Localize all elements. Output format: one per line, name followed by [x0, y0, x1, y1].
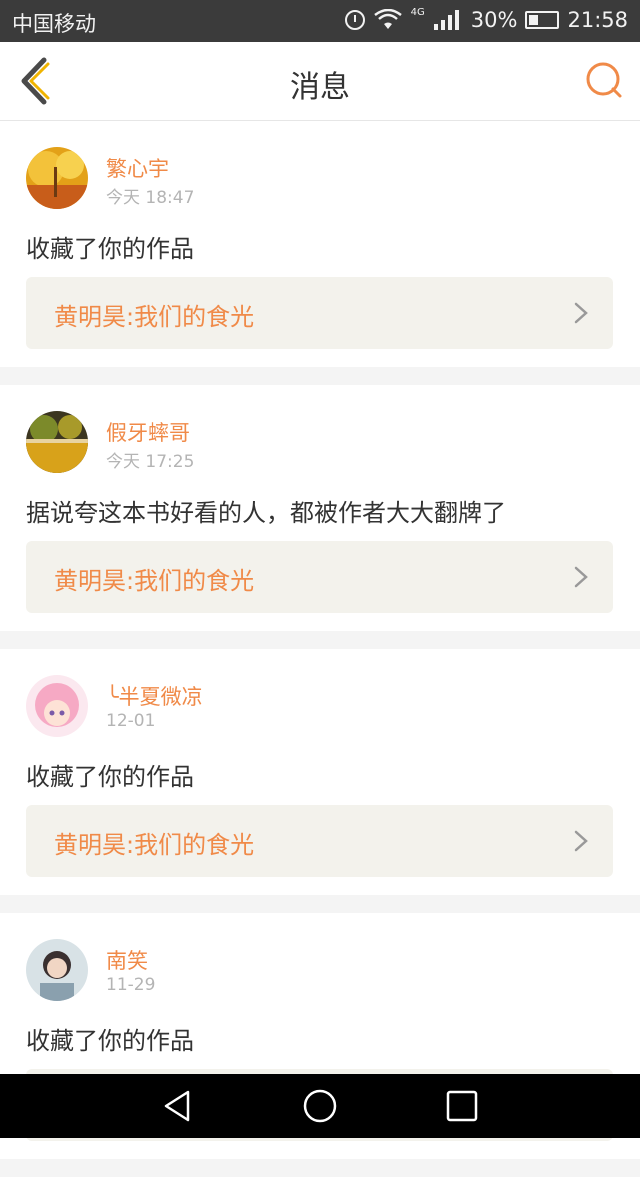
work-link[interactable]: 黄明昊:我们的食光	[26, 541, 613, 613]
message-text: 收藏了你的作品	[26, 1027, 194, 1055]
message-item: 假牙蟀哥 今天 17:25 据说夸这本书好看的人，都被作者大大翻牌了 黄明昊:我…	[0, 385, 640, 631]
chevron-right-icon	[574, 566, 588, 588]
chevron-right-icon	[574, 302, 588, 324]
clock: 21:58	[567, 8, 628, 32]
message-item: 繁心宇 今天 18:47 收藏了你的作品 黄明昊:我们的食光	[0, 121, 640, 367]
chevron-right-icon	[574, 830, 588, 852]
avatar[interactable]	[26, 675, 88, 737]
timestamp: 11-29	[106, 975, 156, 995]
avatar[interactable]	[26, 939, 88, 1001]
battery-percent: 30%	[470, 8, 518, 32]
work-link[interactable]: 黄明昊:我们的食光	[26, 805, 613, 877]
work-title: 黄明昊:我们的食光	[54, 567, 255, 595]
avatar[interactable]	[26, 147, 88, 209]
user-name[interactable]: 南笑	[106, 945, 148, 975]
system-nav-bar	[0, 1074, 640, 1138]
carrier-name: 中国移动	[12, 12, 96, 36]
app-header: 消息	[0, 42, 640, 121]
status-bar: 中国移动 4G 30% 21:58	[0, 0, 640, 42]
message-text: 收藏了你的作品	[26, 235, 194, 263]
work-title: 黄明昊:我们的食光	[54, 831, 255, 859]
triangle-back-icon[interactable]	[160, 1088, 196, 1124]
message-item: ╰半夏微凉 12-01 收藏了你的作品 黄明昊:我们的食光	[0, 649, 640, 895]
timestamp: 今天 18:47	[106, 188, 195, 208]
alarm-icon	[344, 10, 365, 30]
battery-icon	[525, 11, 560, 29]
signal-icon	[433, 10, 459, 30]
wifi-icon	[373, 9, 402, 29]
timestamp: 今天 17:25	[106, 452, 195, 472]
user-name[interactable]: ╰半夏微凉	[106, 681, 203, 711]
search-button[interactable]	[584, 60, 624, 100]
message-text: 据说夸这本书好看的人，都被作者大大翻牌了	[26, 499, 506, 527]
work-title: 黄明昊:我们的食光	[54, 303, 255, 331]
page-title: 消息	[290, 70, 350, 105]
work-link[interactable]: 黄明昊:我们的食光	[26, 277, 613, 349]
user-name[interactable]: 假牙蟀哥	[106, 417, 190, 447]
network-type: 4G	[410, 6, 425, 18]
message-list: 繁心宇 今天 18:47 收藏了你的作品 黄明昊:我们的食光 假牙蟀哥 今天 1…	[0, 121, 640, 1177]
search-icon	[586, 62, 622, 98]
message-text: 收藏了你的作品	[26, 763, 194, 791]
square-recents-icon[interactable]	[444, 1088, 480, 1124]
status-icons: 4G 30% 21:58	[344, 6, 628, 32]
timestamp: 12-01	[106, 711, 156, 731]
circle-home-icon[interactable]	[302, 1088, 338, 1124]
user-name[interactable]: 繁心宇	[106, 153, 169, 183]
avatar[interactable]	[26, 411, 88, 473]
